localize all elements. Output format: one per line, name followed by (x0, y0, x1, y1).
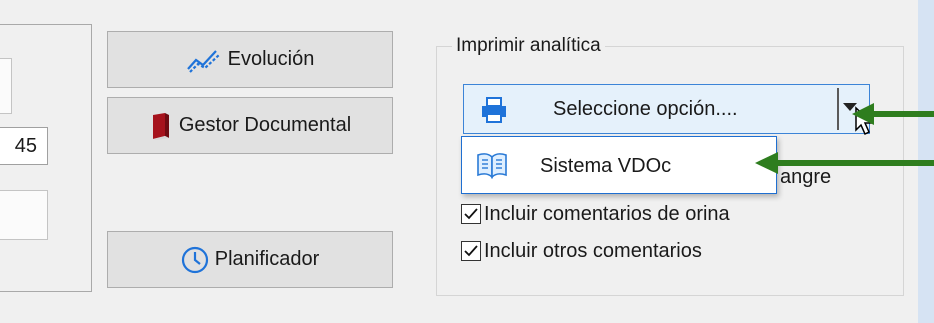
open-book-icon (476, 149, 508, 186)
planificador-button[interactable]: Planificador (107, 231, 393, 288)
evolucion-button[interactable]: Evolución (107, 31, 393, 88)
group-title: Imprimir analítica (452, 33, 605, 59)
book-icon (149, 112, 173, 140)
left-text-field-top[interactable] (0, 58, 12, 114)
checkbox-box[interactable] (461, 204, 481, 224)
checkbox-comentarios-orina[interactable]: Incluir comentarios de orina (461, 200, 730, 228)
combobox-selected-value: Seleccione opción.... (553, 98, 738, 120)
printer-icon (479, 95, 509, 125)
checkbox-label: Incluir otros comentarios (484, 240, 702, 262)
checkbox-sangre-label: angre (780, 166, 832, 188)
planificador-label: Planificador (214, 248, 320, 270)
dropdown-item-label: Sistema VDOc (540, 155, 672, 177)
checkbox-box[interactable] (461, 241, 481, 261)
window-edge (918, 0, 934, 323)
left-text-field-bottom[interactable] (0, 190, 48, 240)
gestor-documental-label: Gestor Documental (178, 114, 352, 136)
gestor-documental-button[interactable]: Gestor Documental (107, 97, 393, 154)
trend-chart-icon (186, 47, 222, 73)
checkbox-label: Incluir comentarios de orina (484, 203, 730, 225)
clock-icon (181, 246, 209, 274)
mouse-cursor-icon (854, 106, 876, 141)
evolucion-label: Evolución (227, 48, 315, 70)
number-field[interactable]: 45 (0, 127, 48, 165)
combobox-divider (837, 88, 839, 130)
checkbox-otros-comentarios[interactable]: Incluir otros comentarios (461, 237, 702, 265)
